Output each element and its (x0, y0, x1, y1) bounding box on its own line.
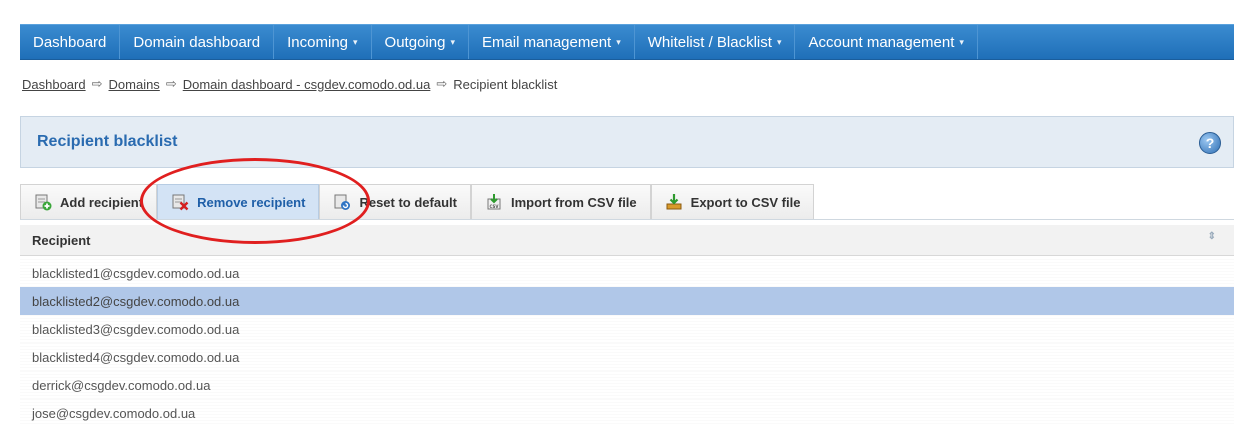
export-csv-label: Export to CSV file (690, 194, 801, 210)
add-recipient-label: Add recipient (60, 194, 144, 210)
nav-label: Email management (481, 33, 612, 51)
reset-to-default-button[interactable]: Reset to default (319, 184, 471, 219)
import-csv-button[interactable]: CSV Import from CSV file (470, 184, 651, 219)
arrow-right-icon: ⇨ (436, 76, 448, 91)
import-csv-icon: CSV (485, 193, 503, 211)
nav-whitelist-blacklist[interactable]: Whitelist / Blacklist ▾ (635, 25, 796, 59)
nav-label: Whitelist / Blacklist (647, 33, 772, 51)
table-row[interactable]: blacklisted3@csgdev.comodo.od.ua (20, 315, 1234, 343)
breadcrumb: Dashboard ⇨ Domains ⇨ Domain dashboard -… (22, 76, 557, 92)
arrow-right-icon: ⇨ (165, 76, 177, 91)
table-row[interactable]: blacklisted1@csgdev.comodo.od.ua (20, 259, 1234, 287)
nav-label: Dashboard (33, 33, 107, 51)
main-nav: Dashboard Domain dashboard Incoming ▾ Out… (20, 24, 1234, 60)
export-csv-button[interactable]: Export to CSV file (650, 184, 815, 219)
recipient-list: blacklisted1@csgdev.comodo.od.ua blackli… (20, 259, 1234, 424)
sort-icon[interactable]: ⇕ (1208, 232, 1216, 242)
arrow-right-icon: ⇨ (91, 76, 103, 91)
export-csv-icon (665, 193, 683, 211)
add-user-icon (34, 193, 52, 211)
reset-icon (333, 193, 351, 211)
nav-account-management[interactable]: Account management ▾ (795, 25, 978, 59)
remove-recipient-button[interactable]: Remove recipient (157, 184, 320, 219)
nav-label: Outgoing (384, 33, 446, 51)
help-icon[interactable]: ? (1199, 132, 1221, 154)
remove-recipient-label: Remove recipient (197, 194, 306, 210)
page-title: Recipient blacklist (37, 133, 178, 150)
column-header-recipient[interactable]: Recipient ⇕ (20, 225, 1234, 256)
add-recipient-button[interactable]: Add recipient (20, 184, 158, 219)
nav-incoming[interactable]: Incoming ▾ (274, 25, 372, 59)
nav-email-management[interactable]: Email management ▾ (469, 25, 635, 59)
nav-dashboard[interactable]: Dashboard (20, 25, 121, 59)
nav-label: Account management (808, 33, 955, 51)
chevron-down-icon: ▾ (450, 36, 455, 47)
nav-label: Domain dashboard (133, 33, 261, 51)
table-row-selected[interactable]: blacklisted2@csgdev.comodo.od.ua (20, 287, 1234, 315)
remove-user-icon (171, 193, 189, 211)
reset-to-default-label: Reset to default (359, 194, 457, 210)
chevron-down-icon: ▾ (353, 36, 358, 47)
chevron-down-icon: ▾ (959, 36, 964, 47)
breadcrumb-link-dashboard[interactable]: Dashboard (22, 77, 86, 92)
nav-outgoing[interactable]: Outgoing ▾ (372, 25, 469, 59)
table-row[interactable]: blacklisted4@csgdev.comodo.od.ua (20, 343, 1234, 371)
column-header-label: Recipient (32, 232, 91, 248)
nav-label: Incoming (287, 33, 349, 51)
import-csv-label: Import from CSV file (510, 194, 637, 210)
table-row[interactable]: derrick@csgdev.comodo.od.ua (20, 371, 1234, 399)
nav-domain-dashboard[interactable]: Domain dashboard (120, 25, 275, 59)
chevron-down-icon: ▾ (776, 36, 782, 47)
panel-header: Recipient blacklist ? (20, 116, 1234, 168)
breadcrumb-link-domains[interactable]: Domains (109, 77, 160, 92)
table-row[interactable]: jose@csgdev.comodo.od.ua (20, 399, 1234, 424)
toolbar: Add recipient Remove recipient Reset to … (20, 184, 1234, 220)
chevron-down-icon: ▾ (616, 36, 621, 47)
breadcrumb-link-domain-dashboard[interactable]: Domain dashboard - csgdev.comodo.od.ua (183, 77, 431, 92)
breadcrumb-current: Recipient blacklist (453, 76, 558, 92)
svg-text:CSV: CSV (489, 204, 499, 209)
